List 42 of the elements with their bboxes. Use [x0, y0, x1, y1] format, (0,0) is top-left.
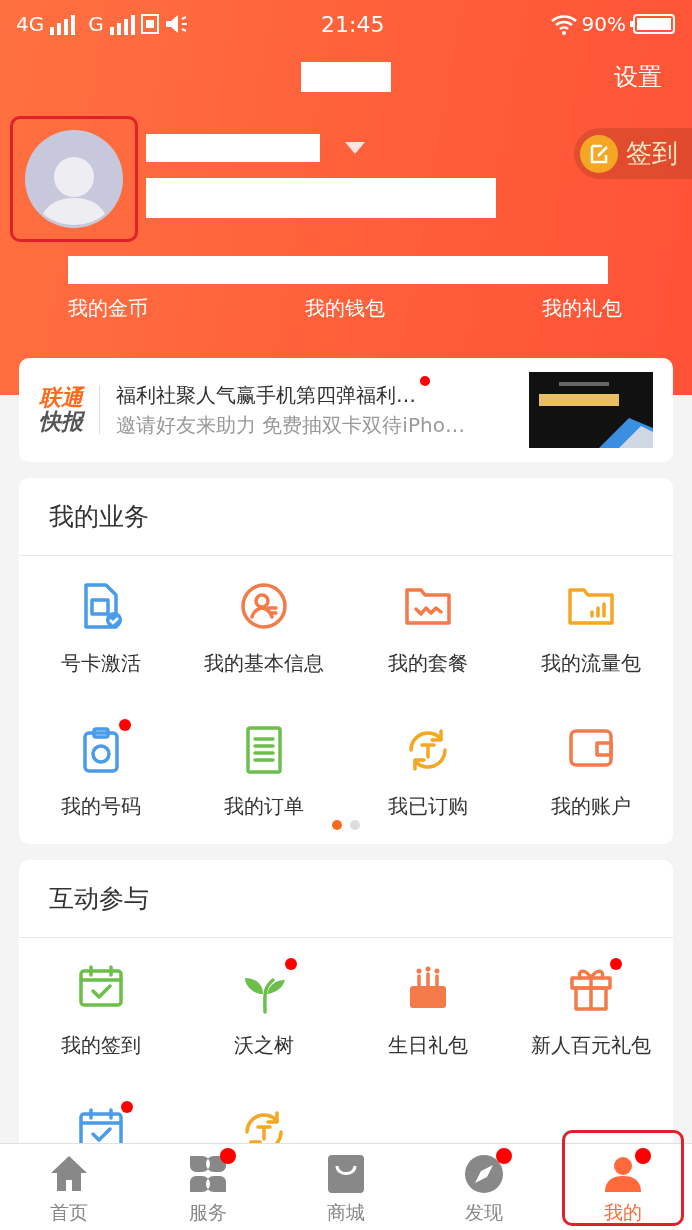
news-title[interactable]: 福利社聚人气赢手机第四弹福利… [116, 380, 416, 410]
grid-item[interactable]: 我已订购 [346, 699, 510, 842]
grid-item[interactable]: 生日礼包 [346, 938, 510, 1081]
grid-icon [187, 1154, 228, 1194]
section-title: 互动参与 [19, 860, 673, 938]
edit-icon [580, 134, 618, 173]
user-icon [602, 1154, 643, 1194]
speaker-icon [163, 13, 190, 35]
status-time: 21:45 [320, 10, 386, 39]
page-indicator[interactable] [350, 820, 360, 830]
tab-item[interactable]: 首页 [0, 1144, 139, 1230]
compass-icon [464, 1154, 505, 1194]
wifi-icon [549, 13, 578, 35]
section-title: 我的业务 [19, 478, 673, 556]
tab-item[interactable]: 服务 [138, 1144, 277, 1230]
avatar-icon [25, 130, 123, 228]
signal-icon [48, 13, 77, 35]
grid-item[interactable]: 新人百元礼包 [509, 938, 673, 1081]
grid-item[interactable]: 我的签到 [19, 938, 183, 1081]
tab-item[interactable]: 商城 [276, 1144, 416, 1230]
grid-item[interactable]: 我的基本信息 [182, 556, 346, 699]
battery-level: 90% [581, 11, 626, 38]
grid-item[interactable]: 号卡激活 [19, 556, 183, 699]
page-indicator[interactable] [332, 820, 342, 830]
network-label: 4G [16, 11, 45, 38]
tab-item[interactable]: 发现 [415, 1144, 554, 1230]
network-label: G [88, 11, 104, 38]
shopping-bag-icon [327, 1154, 365, 1194]
grid-item[interactable]: 我的账户 [509, 699, 673, 842]
news-subtitle: 邀请好友来助力 免费抽双卡双待iPho… [116, 412, 466, 439]
logo-text: 联通 [39, 385, 83, 410]
grid-item[interactable]: 我的号码 [19, 699, 183, 842]
grid-item[interactable]: 我的流量包 [509, 556, 673, 699]
grid-item[interactable]: 我的套餐 [346, 556, 510, 699]
battery-icon [630, 13, 676, 35]
news-card[interactable]: 联通 快报 福利社聚人气赢手机第四弹福利… 邀请好友来助力 免费抽双卡双待iPho… [19, 358, 673, 462]
dropdown-caret-icon[interactable] [344, 141, 366, 155]
grid-item[interactable]: 我的订单 [182, 699, 346, 842]
sim-icon [139, 13, 160, 35]
logo-text: 快报 [39, 410, 83, 435]
signal-icon [107, 13, 136, 35]
grid-item[interactable]: 沃之树 [182, 938, 346, 1081]
